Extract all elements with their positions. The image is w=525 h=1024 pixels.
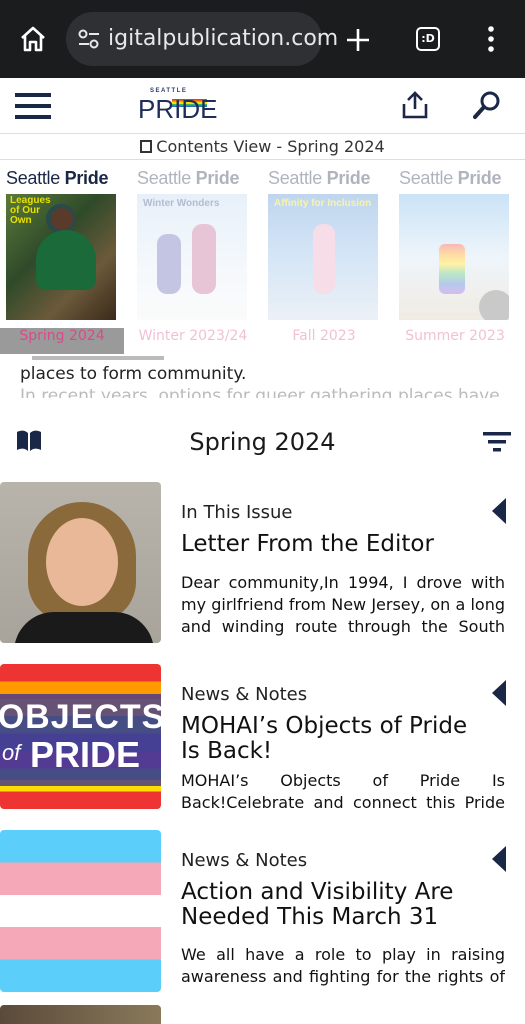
section-header: Spring 2024 [0, 418, 525, 468]
filter-icon[interactable] [483, 432, 511, 452]
address-bar[interactable]: igitalpublication.com [66, 12, 338, 66]
article-excerpt: Dear community,In 1994, I drove with my … [181, 573, 505, 636]
article-card[interactable]: OBJECTS of PRIDE News & Notes MOHAI’s Ob… [0, 664, 525, 826]
seattle-pride-logo[interactable]: SEATTLE PRIDE [138, 88, 217, 124]
issue-label: Fall 2023 [292, 328, 356, 344]
tabs-icon[interactable]: :D [416, 27, 440, 51]
section-title: Spring 2024 [189, 428, 336, 456]
issue-fall-2023[interactable]: Seattle Pride Affinity for Inclusion Fal… [268, 168, 380, 344]
chevron-left-icon[interactable] [492, 498, 506, 524]
issue-spring-2024[interactable]: Seattle Pride Leagues of Our Own Spring … [6, 168, 118, 344]
issue-label: Spring 2024 [19, 328, 105, 344]
cover-image: Affinity for Inclusion [268, 194, 378, 320]
contents-view-bar[interactable]: Contents View - Spring 2024 [0, 134, 525, 160]
issue-winter-2023-24[interactable]: Seattle Pride Winter Wonders Winter 2023… [137, 168, 249, 344]
browser-toolbar: igitalpublication.com :D [0, 0, 525, 78]
article-category: News & Notes [181, 684, 308, 705]
cover-image: Winter Wonders [137, 194, 247, 320]
snippet-faded-line: In recent years, options for queer gathe… [20, 386, 500, 398]
article-card-partial[interactable] [0, 1005, 161, 1024]
search-icon[interactable] [472, 90, 502, 120]
cover-masthead: Seattle Pride [268, 168, 371, 188]
hamburger-icon[interactable] [15, 92, 51, 120]
contents-view-label: Contents View - Spring 2024 [156, 137, 385, 156]
document-icon [140, 140, 153, 153]
issues-carousel[interactable]: Seattle Pride Leagues of Our Own Spring … [0, 160, 525, 360]
chevron-left-icon[interactable] [492, 846, 506, 872]
home-icon[interactable] [18, 24, 48, 54]
url-text[interactable]: igitalpublication.com [108, 26, 338, 51]
article-excerpt: MOHAI’s Objects of Pride Is Back!Celebra… [181, 771, 505, 812]
article-category: In This Issue [181, 502, 293, 523]
article-snippet: places to form community. In recent year… [20, 364, 500, 398]
chevron-left-icon[interactable] [492, 680, 506, 706]
menu-dots-icon[interactable] [484, 26, 498, 52]
article-title[interactable]: Letter From the Editor [181, 532, 481, 557]
article-thumbnail[interactable]: OBJECTS of PRIDE [0, 664, 161, 809]
article-thumbnail[interactable] [0, 830, 161, 992]
snippet-line: places to form community. [20, 364, 247, 384]
app-header: SEATTLE PRIDE [0, 78, 525, 134]
cover-image [399, 194, 509, 320]
article-category: News & Notes [181, 850, 308, 871]
logo-big-text: PRIDE [138, 94, 218, 124]
article-thumbnail[interactable] [0, 482, 161, 643]
cover-masthead: Seattle Pride [6, 168, 109, 188]
article-title[interactable]: Action and Visibility Are Needed This Ma… [181, 880, 481, 930]
site-settings-icon[interactable] [78, 29, 100, 49]
article-card[interactable]: News & Notes Action and Visibility Are N… [0, 830, 525, 992]
share-icon[interactable] [401, 90, 429, 120]
article-title[interactable]: MOHAI’s Objects of Pride Is Back! [181, 714, 471, 764]
cover-masthead: Seattle Pride [399, 168, 502, 188]
new-tab-icon[interactable] [345, 27, 371, 53]
cover-masthead: Seattle Pride [137, 168, 240, 188]
carousel-scroll-indicator [32, 356, 164, 360]
issue-label: Winter 2023/24 [138, 328, 248, 344]
issue-summer-2023[interactable]: Seattle Pride Summer 2023 [399, 168, 511, 344]
issue-label: Summer 2023 [405, 328, 505, 344]
article-card[interactable]: In This Issue Letter From the Editor Dea… [0, 482, 525, 644]
cover-image: Leagues of Our Own [6, 194, 116, 320]
article-excerpt: We all have a role to play in raising aw… [181, 945, 505, 986]
